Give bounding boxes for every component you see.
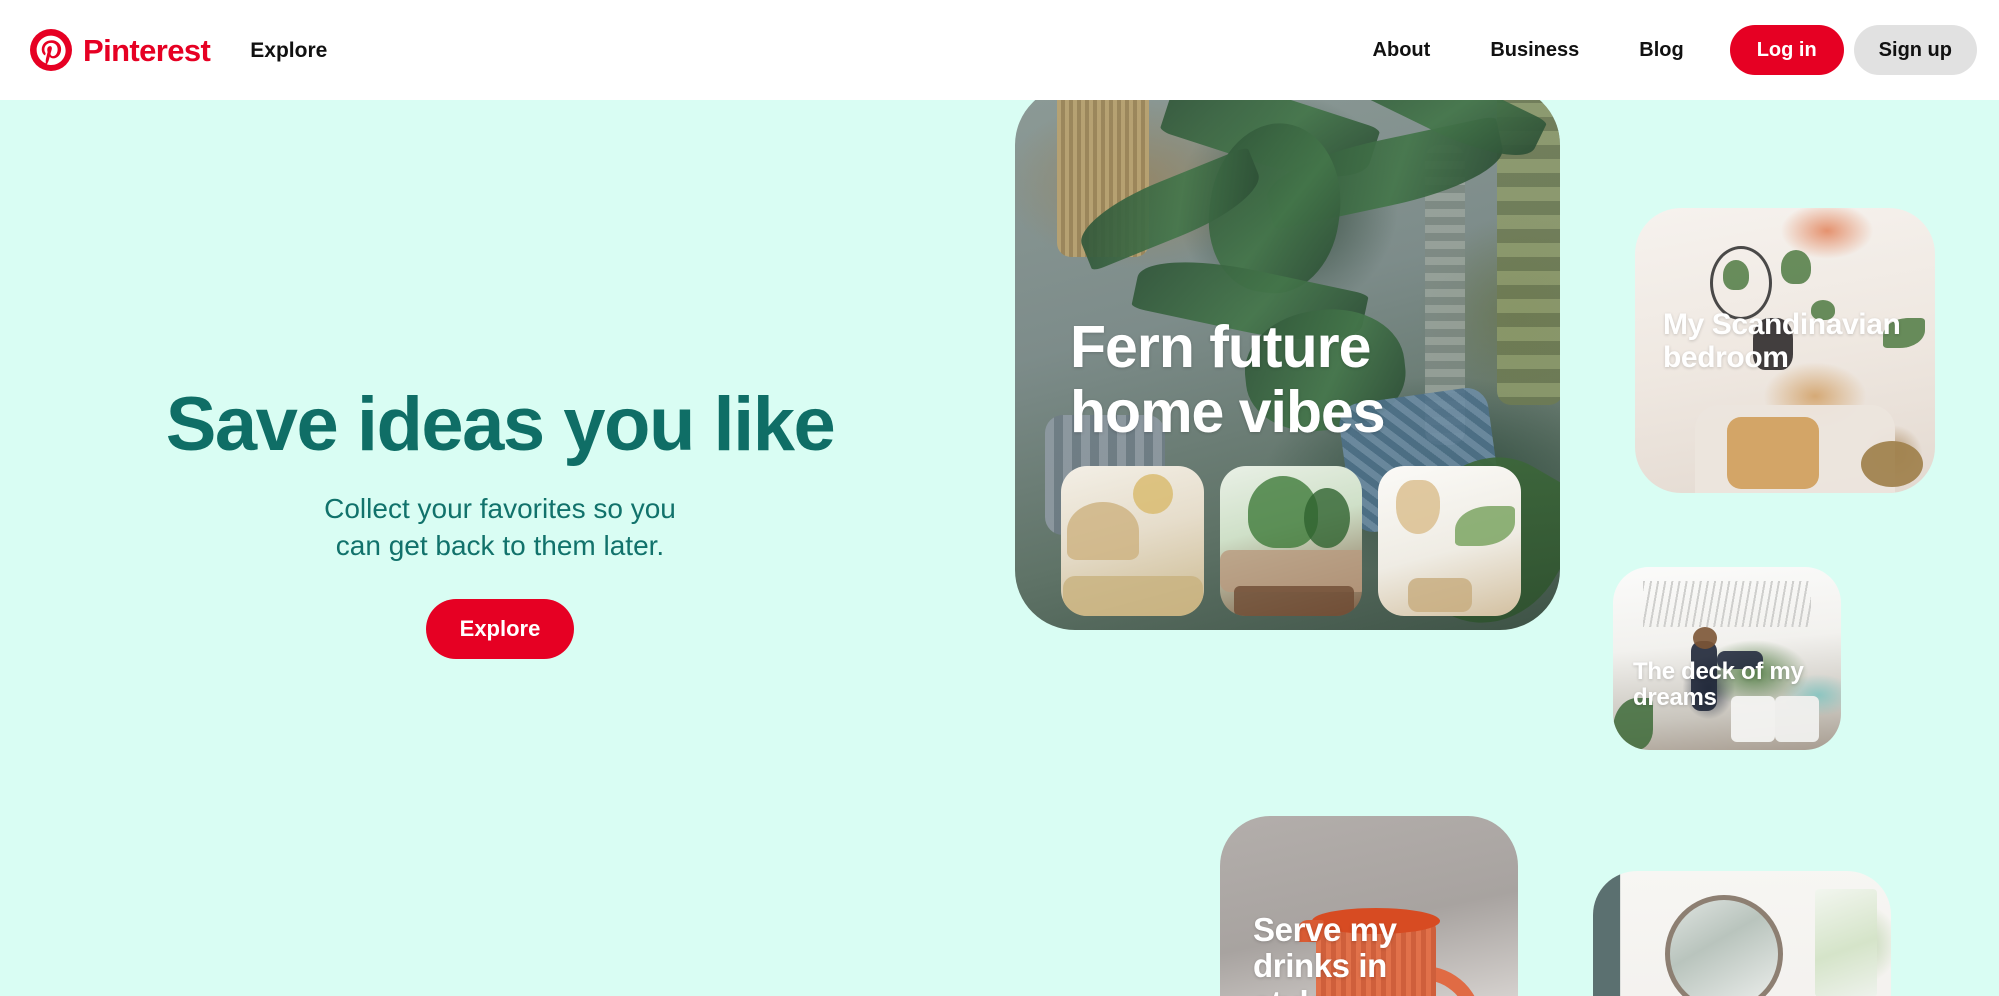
nav-item-about[interactable]: About bbox=[1343, 40, 1461, 60]
pin-card-label-fern: Fern future home vibes bbox=[1070, 314, 1386, 445]
hero-copy-block: Save ideas you like Collect your favorit… bbox=[0, 385, 1000, 659]
page-title: Save ideas you like bbox=[165, 382, 836, 467]
hero-subtitle: Collect your favorites so you can get ba… bbox=[324, 492, 676, 561]
bathroom-image bbox=[1593, 871, 1891, 996]
pinterest-p-logo-icon bbox=[30, 29, 72, 71]
thumbnail-boho-bedroom[interactable] bbox=[1061, 466, 1204, 616]
pin-card-label-serve-drinks: Serve my drinks in style bbox=[1253, 911, 1397, 996]
pinterest-logo-link[interactable]: Pinterest bbox=[30, 29, 211, 71]
hero-stage: Save ideas you like Collect your favorit… bbox=[0, 100, 1999, 996]
nav-item-explore[interactable]: Explore bbox=[250, 40, 327, 61]
nav-item-business[interactable]: Business bbox=[1460, 40, 1609, 60]
fern-thumbnail-strip bbox=[1061, 466, 1522, 616]
pin-card-serve-drinks[interactable]: Serve my drinks in style bbox=[1220, 816, 1518, 996]
pin-card-bathroom[interactable]: Our bathroom upgrade bbox=[1593, 871, 1891, 996]
site-header: Pinterest Explore About Business Blog Lo… bbox=[0, 0, 1999, 100]
pin-card-label-deck: The deck of my dreams bbox=[1633, 658, 1804, 712]
brand-name: Pinterest bbox=[83, 32, 211, 68]
pin-card-scandinavian-bedroom[interactable]: My Scandinavian bedroom bbox=[1635, 208, 1935, 493]
signup-button[interactable]: Sign up bbox=[1853, 25, 1977, 75]
pin-card-deck[interactable]: The deck of my dreams bbox=[1613, 567, 1841, 750]
explore-cta-button[interactable]: Explore bbox=[425, 598, 575, 659]
thumbnail-pendant-lamp-room[interactable] bbox=[1378, 466, 1522, 616]
thumbnail-plant-living-room[interactable] bbox=[1219, 466, 1363, 616]
header-actions: About Business Blog Log in Sign up bbox=[1343, 25, 1977, 75]
login-button[interactable]: Log in bbox=[1729, 25, 1844, 75]
nav-item-blog[interactable]: Blog bbox=[1609, 40, 1713, 60]
pin-card-fern[interactable]: Fern future home vibes bbox=[1015, 100, 1560, 630]
pin-card-label-scandinavian-bedroom: My Scandinavian bedroom bbox=[1663, 308, 1901, 374]
